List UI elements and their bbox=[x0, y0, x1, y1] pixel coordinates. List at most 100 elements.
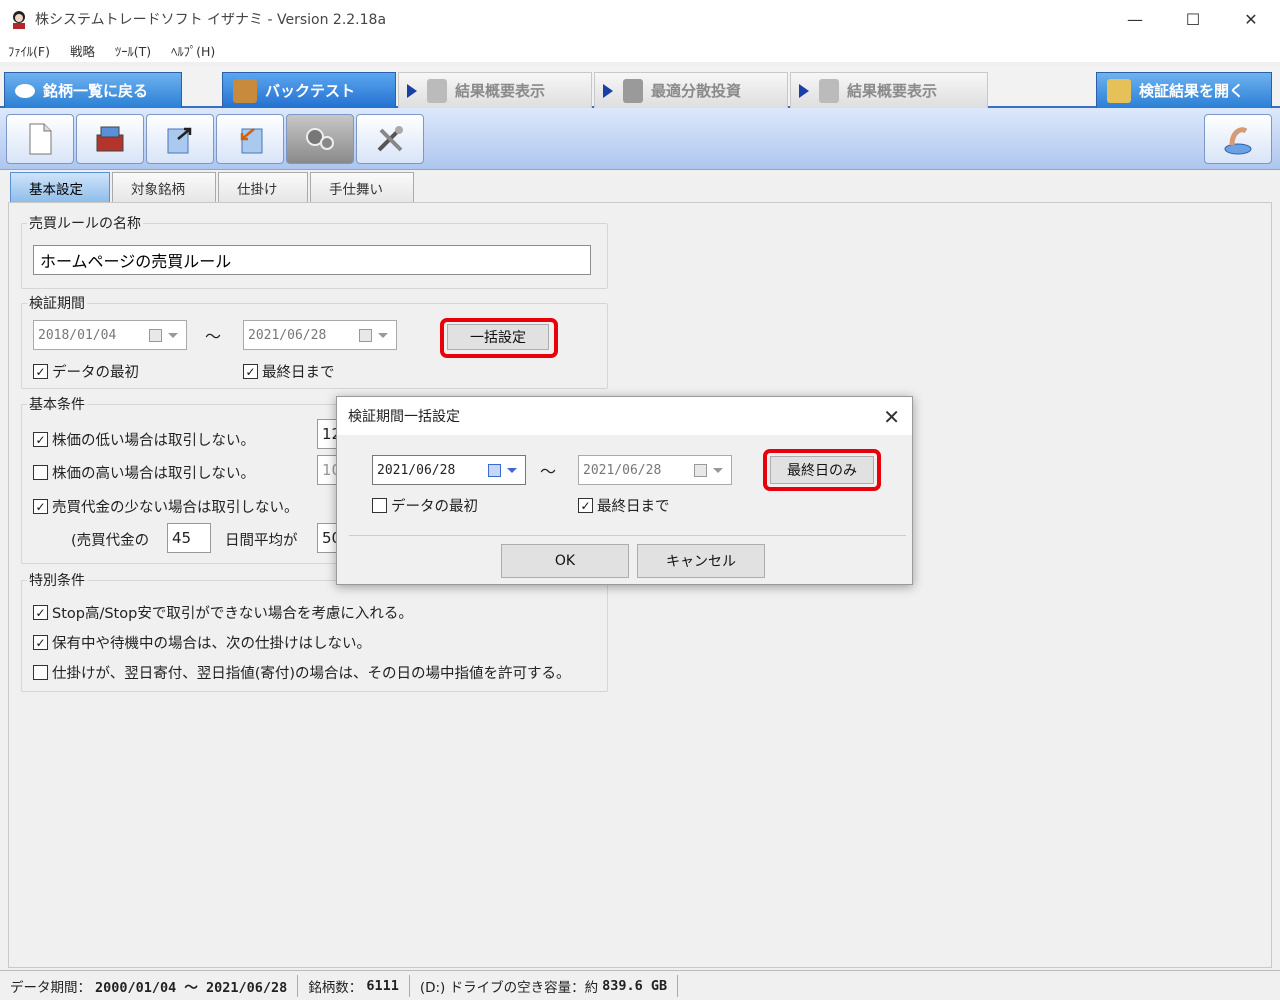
tap-run-button[interactable] bbox=[1204, 114, 1272, 164]
toolbox-icon bbox=[96, 126, 124, 152]
bulk-period-dialog: 検証期間一括設定 ✕ 2021/06/28 〜 2021/06/28 最終日のみ… bbox=[336, 396, 913, 585]
cancel-button[interactable]: キャンセル bbox=[637, 544, 765, 578]
summary-tab-2[interactable]: 結果概要表示 bbox=[790, 72, 988, 108]
optimal-investment-label: 最適分散投資 bbox=[651, 82, 742, 100]
dropdown-arrow-icon bbox=[168, 333, 178, 338]
summary-label-2: 結果概要表示 bbox=[847, 82, 938, 100]
dialog-end-date[interactable]: 2021/06/28 bbox=[578, 455, 732, 485]
special-conditions-label: 特別条件 bbox=[27, 570, 87, 590]
rule-name-label: 売買ルールの名称 bbox=[27, 213, 143, 233]
open-results-tab[interactable]: 検証結果を開く bbox=[1096, 72, 1272, 108]
close-button[interactable]: ✕ bbox=[1222, 0, 1280, 38]
dialog-start-date[interactable]: 2021/06/28 bbox=[372, 455, 526, 485]
grid-icon bbox=[623, 78, 643, 103]
dropdown-arrow-icon bbox=[713, 468, 723, 473]
checkbox-unchecked bbox=[372, 498, 387, 513]
dialog-data-first-checkbox[interactable]: データの最初 bbox=[372, 495, 478, 516]
low-price-checkbox[interactable]: ✓ 株価の低い場合は取引しない。 bbox=[33, 429, 255, 450]
rule-name-input[interactable] bbox=[33, 245, 591, 275]
drive-space-value: 839.6 GB bbox=[602, 977, 668, 994]
tab-exit[interactable]: 手仕舞い bbox=[310, 172, 414, 202]
backtest-tab[interactable]: バックテスト bbox=[222, 72, 396, 108]
menu-tools[interactable]: ﾂｰﾙ(T) bbox=[115, 41, 151, 60]
import-document-icon bbox=[240, 128, 263, 154]
dialog-until-last-label: 最終日まで bbox=[597, 499, 670, 515]
until-last-label: 最終日まで bbox=[262, 365, 335, 381]
back-to-list-tab[interactable]: 銘柄一覧に戻る bbox=[4, 72, 182, 108]
briefcase-icon bbox=[233, 78, 257, 103]
avg-prefix-label: (売買代金の bbox=[71, 533, 150, 549]
tab-basic-settings[interactable]: 基本設定 bbox=[10, 172, 110, 202]
nav-strip: 銘柄一覧に戻る バックテスト 結果概要表示 最適分散投資 結果概要表示 検証結果… bbox=[0, 66, 1280, 108]
back-to-list-label: 銘柄一覧に戻る bbox=[43, 82, 149, 100]
menu-strategy[interactable]: 戦略 bbox=[70, 41, 95, 60]
bulk-set-button[interactable]: 一括設定 bbox=[447, 324, 549, 350]
checkbox-checked: ✓ bbox=[243, 364, 258, 379]
stock-count-label: 銘柄数： bbox=[308, 979, 363, 996]
intraday-limit-checkbox[interactable]: 仕掛けが、翌日寄付、翌日指値(寄付)の場合は、その日の場中指値を許可する。 bbox=[33, 662, 571, 683]
menu-file[interactable]: ﾌｧｲﾙ(F) bbox=[8, 41, 50, 60]
stop-limit-label: Stop高/Stop安で取引ができない場合を考慮に入れる。 bbox=[52, 606, 413, 622]
calendar-icon bbox=[149, 329, 162, 342]
test-period-label: 検証期間 bbox=[27, 293, 87, 313]
play-arrow-icon bbox=[603, 83, 613, 98]
status-bar: データ期間： 2000/01/04 〜 2021/06/28 銘柄数： 6111 (… bbox=[0, 970, 1280, 1000]
data-first-checkbox[interactable]: ✓ データの最初 bbox=[33, 361, 139, 382]
data-period-label: データ期間： bbox=[10, 979, 91, 996]
period-end-date[interactable]: 2021/06/28 bbox=[243, 320, 397, 350]
open-box-button[interactable] bbox=[76, 114, 144, 164]
play-arrow-icon bbox=[407, 83, 417, 98]
run-backtest-button[interactable] bbox=[286, 114, 354, 164]
maximize-button[interactable]: ☐ bbox=[1164, 0, 1222, 38]
drive-space-label: (D:) ドライブの空き容量：約 bbox=[419, 979, 599, 996]
title-bar: 株システムトレードソフト イザナミ - Version 2.2.18a — ☐ … bbox=[0, 0, 1280, 38]
stop-limit-checkbox[interactable]: ✓ Stop高/Stop安で取引ができない場合を考慮に入れる。 bbox=[33, 602, 413, 623]
chart-icon bbox=[427, 78, 447, 103]
period-start-date[interactable]: 2018/01/04 bbox=[33, 320, 187, 350]
dialog-tilde: 〜 bbox=[540, 462, 557, 481]
settings-tools-button[interactable] bbox=[356, 114, 424, 164]
import-button[interactable] bbox=[216, 114, 284, 164]
data-first-label: データの最初 bbox=[52, 365, 139, 381]
avg-days-input[interactable]: 45 bbox=[167, 523, 211, 553]
blank-document-icon bbox=[29, 123, 52, 155]
optimal-investment-tab[interactable]: 最適分散投資 bbox=[594, 72, 788, 108]
tab-entry[interactable]: 仕掛け bbox=[218, 172, 308, 202]
open-results-label: 検証結果を開く bbox=[1139, 82, 1245, 100]
dialog-title: 検証期間一括設定 bbox=[348, 409, 460, 425]
minimize-button[interactable]: — bbox=[1106, 0, 1164, 38]
dialog-start-value: 2021/06/28 bbox=[377, 462, 456, 478]
basic-conditions-label: 基本条件 bbox=[27, 394, 87, 414]
calendar-icon bbox=[694, 464, 707, 477]
menu-help[interactable]: ﾍﾙﾌﾟ(H) bbox=[171, 41, 215, 60]
dialog-close-icon[interactable]: ✕ bbox=[883, 405, 900, 429]
dialog-separator bbox=[349, 535, 906, 536]
drive-space-status: (D:) ドライブの空き容量：約 839.6 GB bbox=[410, 974, 679, 997]
toolbar bbox=[0, 108, 1280, 170]
app-logo-icon bbox=[13, 11, 25, 29]
dropdown-arrow-icon bbox=[507, 468, 517, 473]
chart-icon bbox=[819, 78, 839, 103]
dialog-until-last-checkbox[interactable]: ✓ 最終日まで bbox=[578, 495, 670, 516]
eye-icon bbox=[15, 83, 35, 98]
until-last-checkbox[interactable]: ✓ 最終日まで bbox=[243, 361, 335, 382]
new-file-button[interactable] bbox=[6, 114, 74, 164]
low-volume-checkbox[interactable]: ✓ 売買代金の少ない場合は取引しない。 bbox=[33, 496, 299, 517]
ok-button[interactable]: OK bbox=[501, 544, 629, 578]
tab-target-stocks[interactable]: 対象銘柄 bbox=[112, 172, 216, 202]
export-button[interactable] bbox=[146, 114, 214, 164]
gears-icon bbox=[306, 128, 334, 150]
dialog-data-first-label: データの最初 bbox=[391, 499, 478, 515]
dialog-end-value: 2021/06/28 bbox=[583, 462, 662, 478]
folder-icon bbox=[1107, 78, 1131, 103]
summary-tab-1[interactable]: 結果概要表示 bbox=[398, 72, 592, 108]
settings-subtabs: 基本設定 対象銘柄 仕掛け 手仕舞い bbox=[10, 172, 416, 202]
checkbox-unchecked bbox=[33, 665, 48, 680]
high-price-label: 株価の高い場合は取引しない。 bbox=[52, 466, 255, 482]
period-end-value: 2021/06/28 bbox=[248, 327, 327, 343]
no-reentry-checkbox[interactable]: ✓ 保有中や待機中の場合は、次の仕掛けはしない。 bbox=[33, 632, 371, 653]
high-price-checkbox[interactable]: 株価の高い場合は取引しない。 bbox=[33, 462, 255, 483]
last-day-only-button[interactable]: 最終日のみ bbox=[770, 456, 874, 484]
calendar-icon bbox=[488, 464, 501, 477]
checkbox-checked: ✓ bbox=[578, 498, 593, 513]
